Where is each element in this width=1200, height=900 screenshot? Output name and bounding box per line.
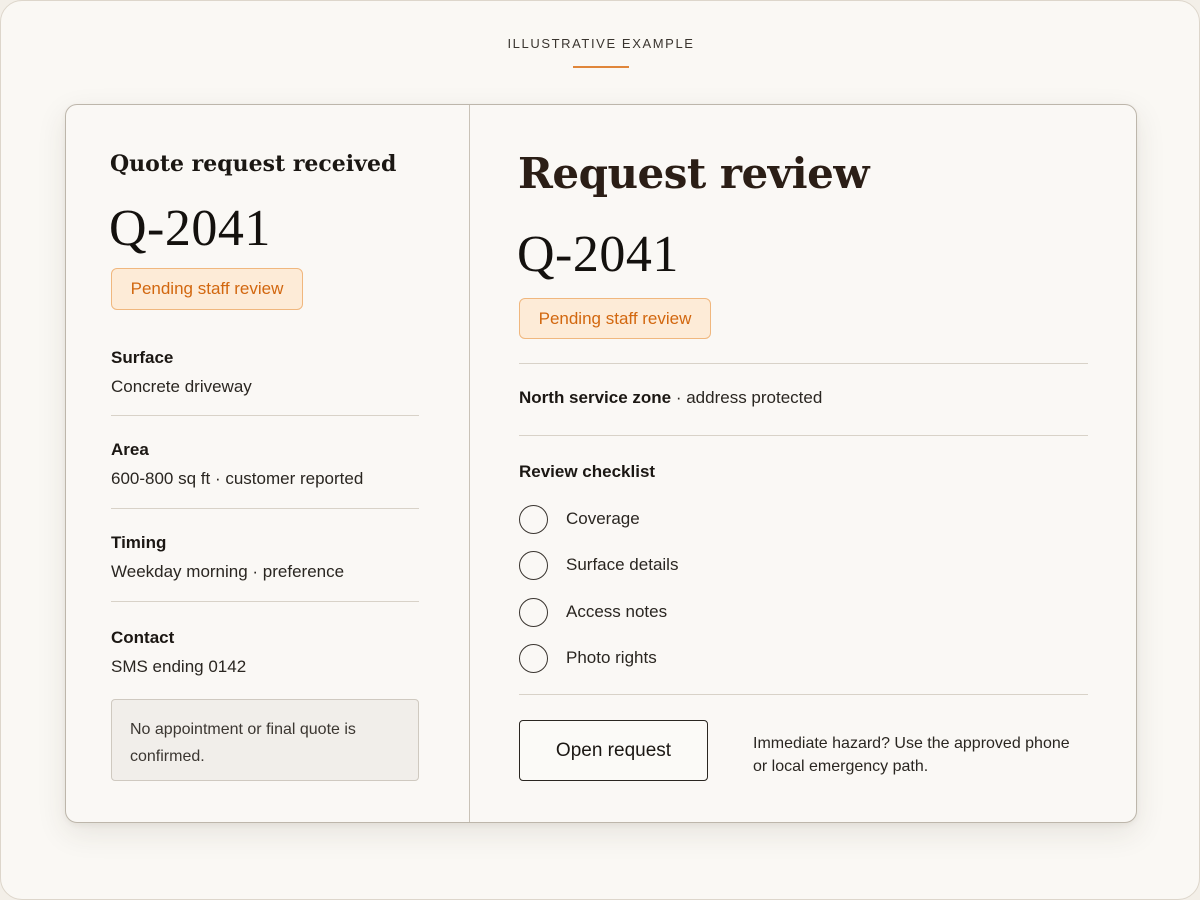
section-divider bbox=[519, 363, 1088, 364]
field-divider bbox=[111, 508, 419, 509]
checklist-title: Review checklist bbox=[519, 462, 656, 481]
section-divider bbox=[519, 694, 1088, 695]
checkbox-circle[interactable] bbox=[519, 550, 548, 580]
service-zone-detail: address protected bbox=[686, 388, 823, 407]
hazard-note: Immediate hazard? Use the approved phone… bbox=[753, 735, 1070, 775]
field-surface: Surface Concrete driveway bbox=[111, 348, 419, 397]
service-zone: North service zone · address protected bbox=[519, 388, 822, 408]
field-area: Area 600-800 sq ft · customer reported bbox=[111, 440, 419, 489]
service-zone-label: North service zone bbox=[519, 388, 672, 407]
section-divider bbox=[519, 435, 1088, 436]
review-title: Request review bbox=[518, 149, 870, 198]
zone-separator: · bbox=[671, 388, 687, 407]
field-value: 600-800 sq ft · customer reported bbox=[111, 469, 364, 488]
customer-confirmation-panel: Quote request received Q-2041 Pending st… bbox=[66, 105, 469, 822]
field-label: Timing bbox=[111, 533, 167, 552]
status-badge: Pending staff review bbox=[111, 268, 303, 310]
field-label: Contact bbox=[111, 628, 175, 647]
checklist-item-label: Surface details bbox=[566, 555, 679, 574]
checklist-item-access-notes[interactable]: Access notes bbox=[519, 597, 919, 627]
staff-review-panel: Request review Q-2041 Pending staff revi… bbox=[470, 105, 1136, 822]
eyebrow-accent-rule bbox=[573, 66, 629, 68]
request-card: Quote request received Q-2041 Pending st… bbox=[65, 104, 1137, 823]
field-value: SMS ending 0142 bbox=[111, 657, 247, 676]
checklist-item-label: Photo rights bbox=[566, 648, 657, 667]
field-value: Concrete driveway bbox=[111, 377, 252, 396]
checkbox-circle[interactable] bbox=[519, 643, 548, 673]
confirmation-title: Quote request received bbox=[110, 151, 397, 177]
checklist-item-photo-rights[interactable]: Photo rights bbox=[519, 643, 919, 673]
review-request-id: Q-2041 bbox=[517, 226, 679, 283]
field-label: Surface bbox=[111, 348, 174, 367]
checkbox-circle[interactable] bbox=[519, 597, 548, 627]
page-frame: ILLUSTRATIVE EXAMPLE Quote request recei… bbox=[0, 0, 1200, 900]
field-contact: Contact SMS ending 0142 bbox=[111, 628, 419, 677]
field-divider bbox=[111, 601, 419, 602]
field-label: Area bbox=[111, 440, 149, 459]
open-request-button[interactable]: Open request bbox=[519, 720, 708, 781]
checklist-item-label: Coverage bbox=[566, 509, 640, 528]
eyebrow-label: ILLUSTRATIVE EXAMPLE bbox=[507, 36, 695, 51]
field-value: Weekday morning · preference bbox=[111, 562, 345, 581]
status-badge: Pending staff review bbox=[519, 298, 711, 339]
checklist-item-label: Access notes bbox=[566, 602, 668, 621]
checklist-item-surface-details[interactable]: Surface details bbox=[519, 550, 919, 580]
no-confirmation-notice: No appointment or final quote is confirm… bbox=[111, 699, 419, 781]
confirmation-request-id: Q-2041 bbox=[109, 200, 271, 257]
checklist-item-coverage[interactable]: Coverage bbox=[519, 504, 919, 534]
checkbox-circle[interactable] bbox=[519, 504, 548, 534]
field-timing: Timing Weekday morning · preference bbox=[111, 533, 419, 582]
field-divider bbox=[111, 415, 419, 416]
